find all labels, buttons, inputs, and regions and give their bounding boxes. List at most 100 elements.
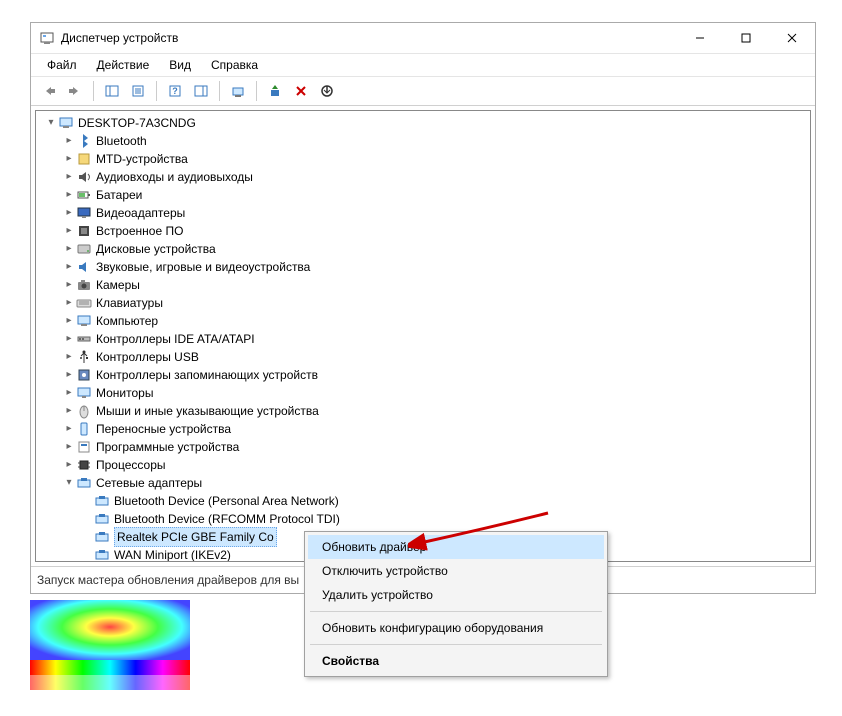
tree-category[interactable]: ▸Мыши и иные указывающие устройства	[44, 402, 810, 420]
color-palette-icon	[30, 600, 190, 690]
tree-category-label: Камеры	[96, 276, 140, 294]
menu-view[interactable]: Вид	[161, 56, 199, 74]
tree-category-label: Сетевые адаптеры	[96, 474, 202, 492]
tree-device-label: Bluetooth Device (Personal Area Network)	[114, 492, 339, 510]
nav-forward-button[interactable]	[63, 79, 87, 103]
computer-icon	[58, 115, 74, 131]
camera-icon	[76, 277, 92, 293]
kb-icon	[76, 295, 92, 311]
tree-category[interactable]: ▸Контроллеры IDE ATA/ATAPI	[44, 330, 810, 348]
status-text: Запуск мастера обновления драйверов для …	[37, 573, 299, 587]
maximize-button[interactable]	[723, 23, 769, 53]
tree-category-label: Встроенное ПО	[96, 222, 183, 240]
context-menu-item[interactable]: Удалить устройство	[308, 583, 604, 607]
soft-icon	[76, 439, 92, 455]
tree-device-label: Realtek PCIe GBE Family Co	[114, 527, 277, 547]
network-adapter-icon	[94, 493, 110, 509]
tree-category[interactable]: ▸Процессоры	[44, 456, 810, 474]
help-button[interactable]: ?	[163, 79, 187, 103]
tree-category[interactable]: ▸MTD-устройства	[44, 150, 810, 168]
monitor-icon	[76, 385, 92, 401]
tree-category-label: MTD-устройства	[96, 150, 188, 168]
tree-category-label: Компьютер	[96, 312, 158, 330]
sound-icon	[76, 259, 92, 275]
toolbar-separator	[156, 81, 157, 101]
disk-icon	[76, 241, 92, 257]
menu-file[interactable]: Файл	[39, 56, 85, 74]
tree-category[interactable]: ▸Bluetooth	[44, 132, 810, 150]
context-menu-item[interactable]: Обновить драйвер	[308, 535, 604, 559]
disable-device-button[interactable]	[315, 79, 339, 103]
menu-help[interactable]: Справка	[203, 56, 266, 74]
close-button[interactable]	[769, 23, 815, 53]
fw-icon	[76, 223, 92, 239]
portable-icon	[76, 421, 92, 437]
tree-category-label: Клавиатуры	[96, 294, 163, 312]
tree-category[interactable]: ▸Камеры	[44, 276, 810, 294]
menu-action[interactable]: Действие	[89, 56, 158, 74]
context-menu-item[interactable]: Отключить устройство	[308, 559, 604, 583]
tree-category[interactable]: ▸Батареи	[44, 186, 810, 204]
tree-category[interactable]: ▸Контроллеры запоминающих устройств	[44, 366, 810, 384]
toolbar-separator	[256, 81, 257, 101]
update-driver-button[interactable]	[263, 79, 287, 103]
svg-text:?: ?	[172, 86, 178, 96]
tree-device[interactable]: ▸Bluetooth Device (Personal Area Network…	[44, 492, 810, 510]
mtd-icon	[76, 151, 92, 167]
tree-category[interactable]: ▸Встроенное ПО	[44, 222, 810, 240]
properties-button[interactable]	[126, 79, 150, 103]
battery-icon	[76, 187, 92, 203]
context-menu-item[interactable]: Обновить конфигурацию оборудования	[308, 616, 604, 640]
title-bar: Диспетчер устройств	[31, 23, 815, 54]
storage-icon	[76, 367, 92, 383]
tree-category[interactable]: ▸Программные устройства	[44, 438, 810, 456]
display-icon	[76, 205, 92, 221]
menu-bar: Файл Действие Вид Справка	[31, 54, 815, 77]
uninstall-device-button[interactable]	[289, 79, 313, 103]
tree-category[interactable]: ▸Переносные устройства	[44, 420, 810, 438]
tree-category[interactable]: ▸Компьютер	[44, 312, 810, 330]
network-adapter-icon	[94, 529, 110, 545]
tree-root[interactable]: ▾DESKTOP-7A3CNDG	[44, 114, 810, 132]
bt-icon	[76, 133, 92, 149]
tree-category-label: Батареи	[96, 186, 142, 204]
tree-root-label: DESKTOP-7A3CNDG	[78, 114, 196, 132]
window-title: Диспетчер устройств	[61, 31, 677, 45]
show-hide-tree-button[interactable]	[100, 79, 124, 103]
context-menu: Обновить драйверОтключить устройствоУдал…	[304, 531, 608, 677]
tree-category[interactable]: ▸Видеоадаптеры	[44, 204, 810, 222]
app-icon	[39, 30, 55, 46]
net-icon	[76, 475, 92, 491]
minimize-button[interactable]	[677, 23, 723, 53]
tree-category-label: Процессоры	[96, 456, 166, 474]
tree-category-label: Контроллеры USB	[96, 348, 199, 366]
context-menu-item[interactable]: Свойства	[308, 649, 604, 673]
ide-icon	[76, 331, 92, 347]
network-adapter-icon	[94, 547, 110, 562]
tree-category-label: Мыши и иные указывающие устройства	[96, 402, 319, 420]
tree-view[interactable]: ▾DESKTOP-7A3CNDG▸Bluetooth▸MTD-устройств…	[35, 110, 811, 562]
tree-category[interactable]: ▸Клавиатуры	[44, 294, 810, 312]
action-pane-button[interactable]	[189, 79, 213, 103]
device-manager-window: Диспетчер устройств Файл Действие Вид Сп…	[30, 22, 816, 594]
tree-category[interactable]: ▸Дисковые устройства	[44, 240, 810, 258]
canvas: Диспетчер устройств Файл Действие Вид Сп…	[0, 0, 842, 716]
tree-category-label: Мониторы	[96, 384, 153, 402]
tree-category-label: Дисковые устройства	[96, 240, 216, 258]
window-controls	[677, 23, 815, 53]
network-adapter-icon	[94, 511, 110, 527]
toolbar-separator	[219, 81, 220, 101]
tree-category[interactable]: ▸Контроллеры USB	[44, 348, 810, 366]
tree-category[interactable]: ▸Аудиовходы и аудиовыходы	[44, 168, 810, 186]
tree-category[interactable]: ▾Сетевые адаптеры	[44, 474, 810, 492]
tree-device[interactable]: ▸Bluetooth Device (RFCOMM Protocol TDI)	[44, 510, 810, 528]
cpu-icon	[76, 457, 92, 473]
pc-icon	[76, 313, 92, 329]
nav-back-button[interactable]	[37, 79, 61, 103]
mouse-icon	[76, 403, 92, 419]
tree-device-label: Bluetooth Device (RFCOMM Protocol TDI)	[114, 510, 340, 528]
tree-category[interactable]: ▸Мониторы	[44, 384, 810, 402]
tree-category-label: Видеоадаптеры	[96, 204, 185, 222]
scan-hardware-button[interactable]	[226, 79, 250, 103]
tree-category[interactable]: ▸Звуковые, игровые и видеоустройства	[44, 258, 810, 276]
